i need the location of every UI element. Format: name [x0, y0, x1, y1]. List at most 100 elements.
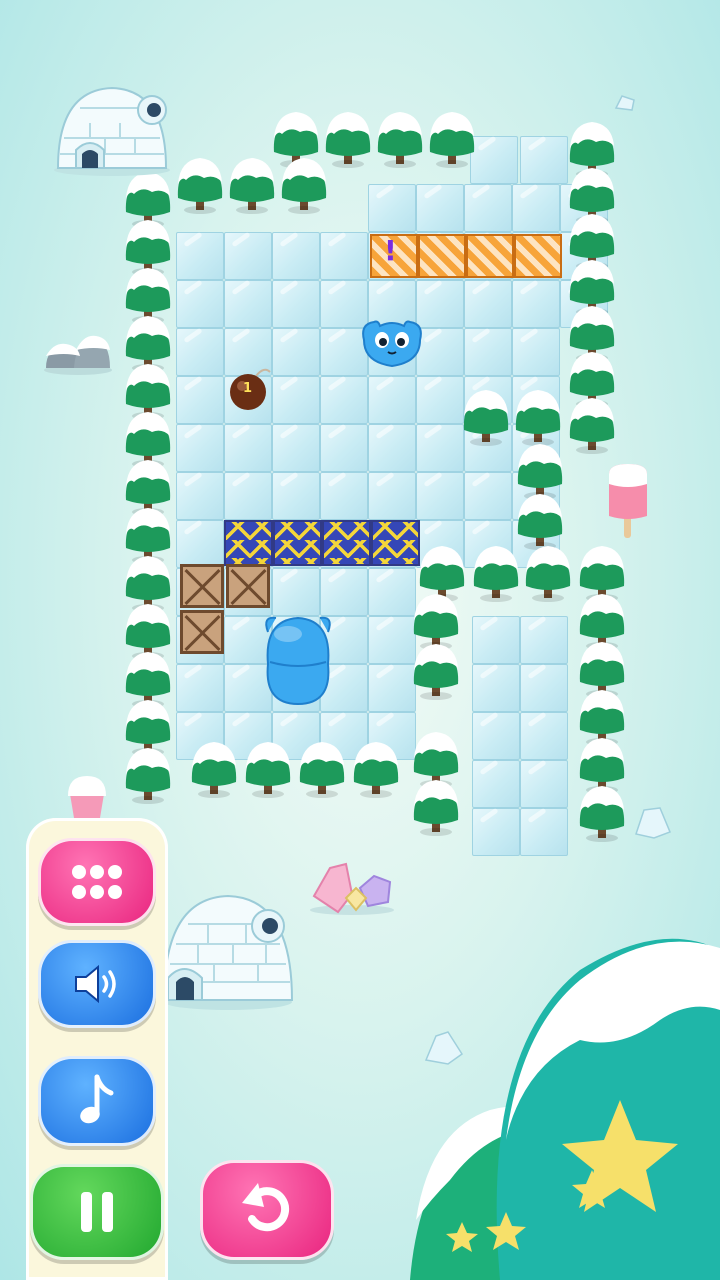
ice-tile [272, 328, 320, 376]
ice-tile [416, 472, 464, 520]
popsicle-decoration [609, 464, 647, 538]
conveyor-arrow-tile [273, 520, 322, 566]
ice-tile [472, 616, 520, 664]
ice-tile [512, 280, 560, 328]
ice-tile [176, 520, 224, 568]
ice-tile [512, 328, 560, 376]
ice-tile [320, 472, 368, 520]
snowy-tree [410, 640, 462, 700]
sound-button[interactable] [38, 940, 156, 1028]
grid-dots-icon [72, 865, 122, 899]
ice-tile [368, 568, 416, 616]
snowy-tree [350, 738, 402, 798]
ice-tile [512, 184, 560, 232]
ice-tile [520, 760, 568, 808]
ice-tile [520, 808, 568, 856]
wooden-crate [226, 564, 270, 608]
snowy-tree [410, 776, 462, 836]
ice-tile [224, 472, 272, 520]
music-button[interactable] [38, 1056, 156, 1146]
hazard-tile [514, 234, 562, 278]
ice-tile [472, 664, 520, 712]
switch-mark: ! [384, 234, 397, 267]
pause-button[interactable] [30, 1164, 164, 1260]
wooden-crate [180, 564, 224, 608]
snowy-tree [296, 738, 348, 798]
conveyor-arrow-tile [371, 520, 420, 566]
ice-tile [176, 424, 224, 472]
pause-icon [81, 1192, 113, 1232]
ice-tile [272, 280, 320, 328]
bomb-counter: 1 [243, 381, 253, 396]
ice-tile [472, 808, 520, 856]
ice-tile [368, 664, 416, 712]
snowy-tree [122, 744, 174, 804]
ice-tile [464, 184, 512, 232]
ice-tile [416, 424, 464, 472]
snowy-tree [522, 542, 574, 602]
conveyor-arrow-tile [322, 520, 371, 566]
snowy-tree [188, 738, 240, 798]
snowy-hills-decoration [410, 938, 720, 1280]
ice-tile [368, 184, 416, 232]
menu-button[interactable] [38, 838, 156, 926]
ice-tile [224, 280, 272, 328]
ice-tile [472, 760, 520, 808]
ice-tile [176, 280, 224, 328]
ice-tile [472, 712, 520, 760]
music-note-icon [80, 1074, 114, 1124]
ice-shard-decoration [635, 807, 671, 839]
snowy-rocks-decoration [44, 335, 112, 375]
ice-tile [520, 712, 568, 760]
snowy-tree [460, 386, 512, 446]
snowy-tree [242, 738, 294, 798]
ice-tile [464, 328, 512, 376]
speaker-icon [75, 964, 116, 1004]
jelly-stack [262, 612, 334, 712]
ice-tile [320, 424, 368, 472]
conveyor-arrow-tile [224, 520, 273, 566]
ice-tile [176, 664, 224, 712]
snowy-tree [512, 386, 564, 446]
ice-tile [320, 232, 368, 280]
snowy-tree [514, 490, 566, 550]
hazard-tile [418, 234, 466, 278]
ice-tile [464, 280, 512, 328]
igloo-bottom [162, 894, 294, 1010]
ice-cream-decoration [68, 776, 106, 818]
ice-tile [320, 376, 368, 424]
ice-tile [416, 376, 464, 424]
ice-tile [416, 184, 464, 232]
crystals-decoration [310, 862, 394, 915]
ice-tile [272, 376, 320, 424]
snowy-tree [174, 154, 226, 214]
ice-tile [464, 472, 512, 520]
snowy-tree [374, 108, 426, 168]
ice-tile [176, 376, 224, 424]
igloo-top [54, 86, 170, 176]
ice-tile [272, 472, 320, 520]
ice-tile [272, 424, 320, 472]
ice-tile [368, 472, 416, 520]
ice-shard-decoration [614, 95, 635, 111]
snowy-tree [566, 394, 618, 454]
ice-tile [224, 232, 272, 280]
ice-tile [320, 568, 368, 616]
ice-tile [272, 568, 320, 616]
ice-tile [368, 616, 416, 664]
snowy-tree [226, 154, 278, 214]
restart-arrow-icon [242, 1183, 290, 1232]
snowy-tree [470, 542, 522, 602]
snowy-tree [576, 782, 628, 842]
ice-tile [520, 136, 568, 184]
snowy-tree [278, 154, 330, 214]
hazard-tile [466, 234, 514, 278]
ice-tile [368, 424, 416, 472]
ice-tile [272, 232, 320, 280]
wooden-crate [180, 610, 224, 654]
ice-tile [176, 232, 224, 280]
ice-tile [520, 616, 568, 664]
jelly-player [360, 318, 424, 374]
restart-button[interactable] [200, 1160, 334, 1260]
ice-tile [176, 328, 224, 376]
